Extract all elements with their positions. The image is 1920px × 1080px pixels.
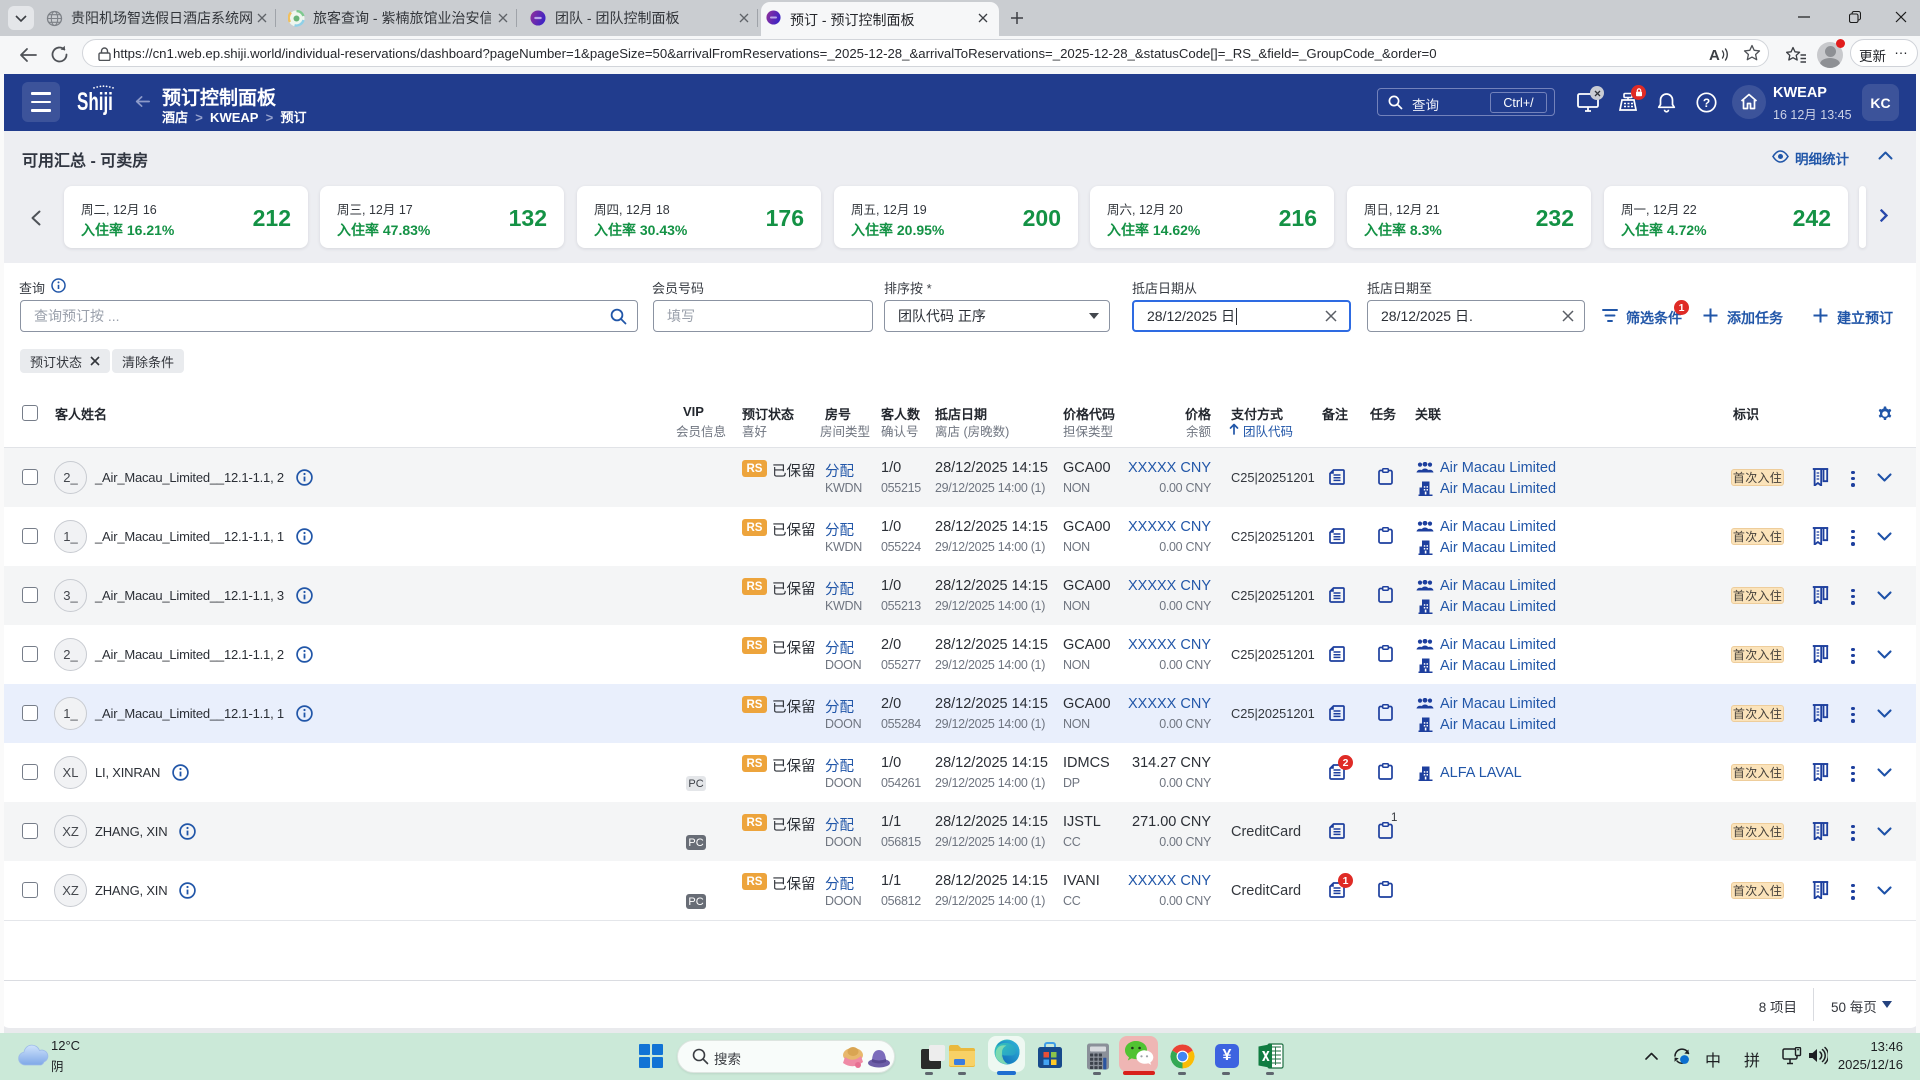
svg-text:A: A: [1709, 47, 1720, 63]
svg-text:?: ?: [1703, 96, 1710, 110]
